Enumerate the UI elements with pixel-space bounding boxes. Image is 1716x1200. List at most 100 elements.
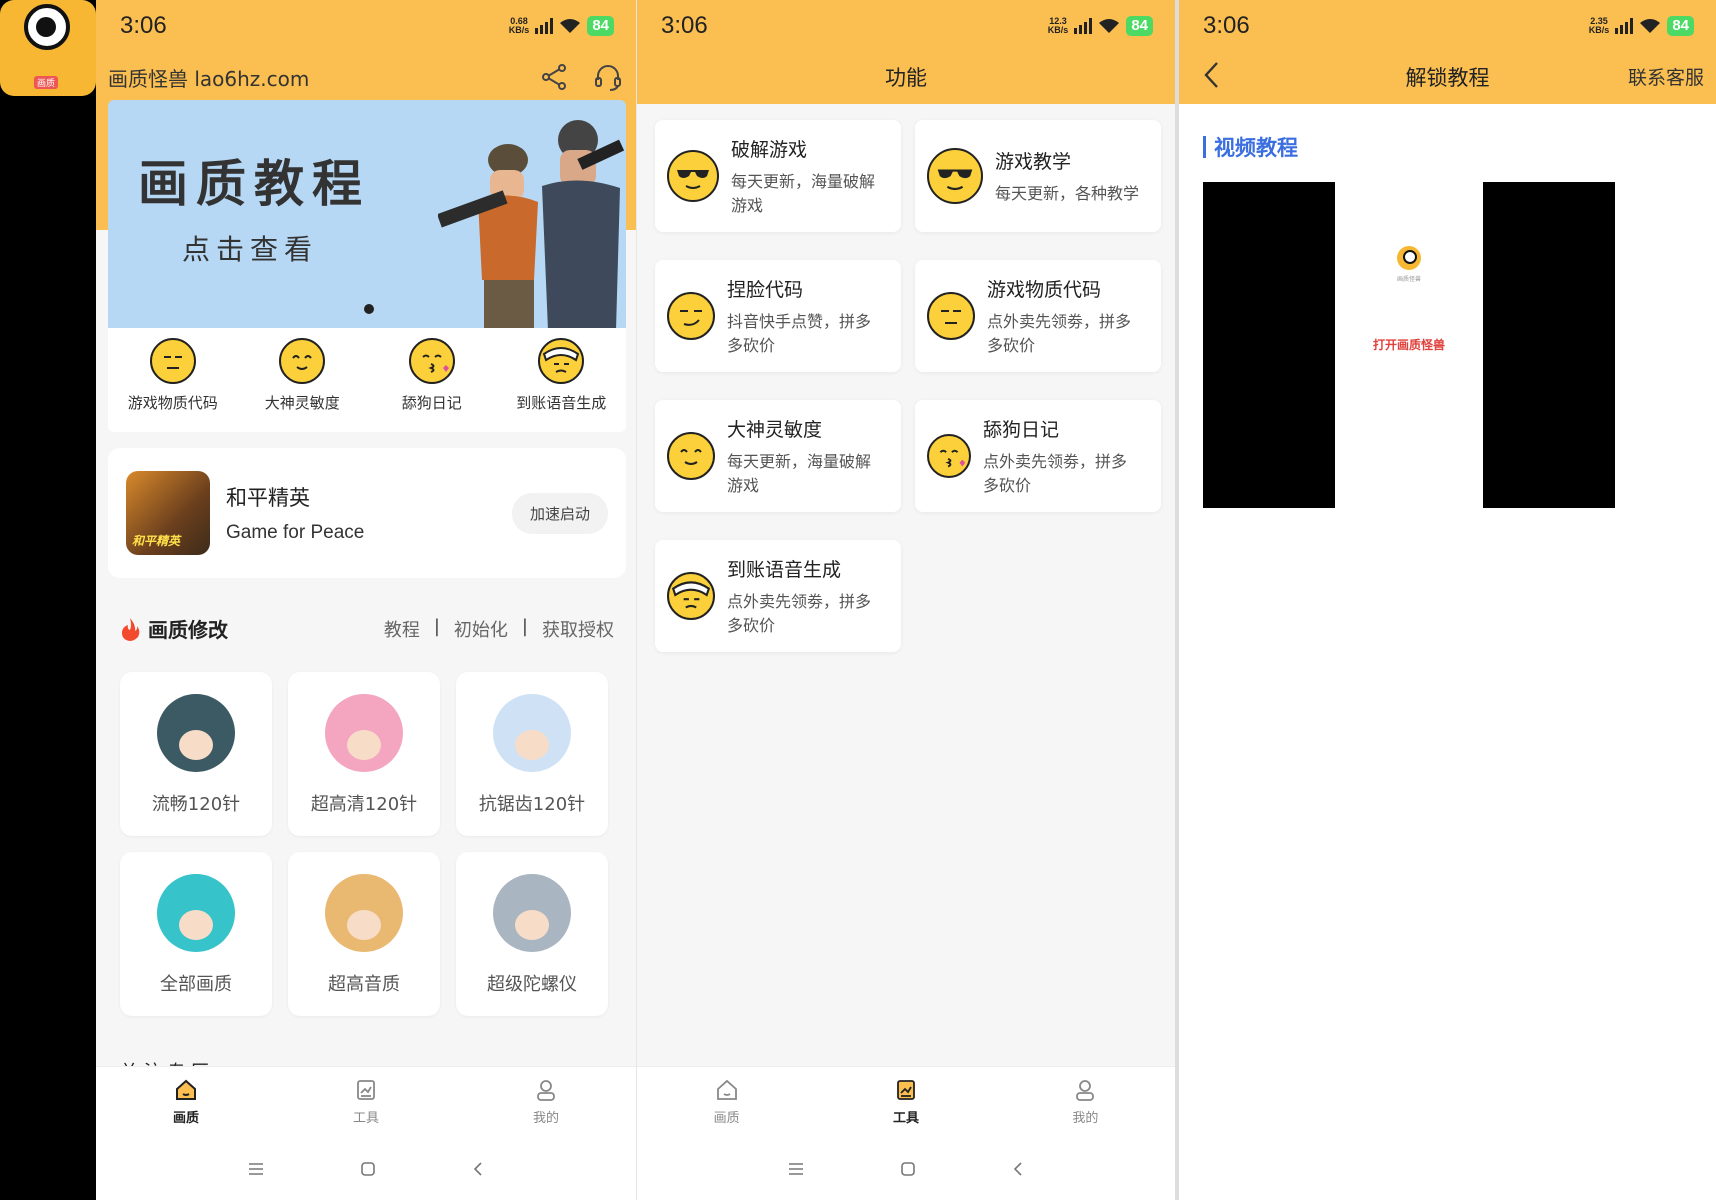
function-desc: 每天更新，海量破解游戏 xyxy=(727,451,872,495)
tab-home[interactable]: 画质 xyxy=(96,1067,276,1138)
video-player[interactable]: 画质怪兽 打开画质怪兽 xyxy=(1335,182,1483,508)
sunglasses-face-icon xyxy=(667,150,719,202)
function-title: 到账语音生成 xyxy=(727,558,842,581)
back-nav-icon[interactable] xyxy=(1012,1161,1024,1177)
quality-card[interactable]: 超高音质 xyxy=(288,852,440,1016)
game-card[interactable]: 和平精英 和平精英 Game for Peace 加速启动 xyxy=(108,448,626,578)
menu-icon[interactable] xyxy=(788,1162,804,1176)
video-section-title: 视频教程 xyxy=(1203,132,1298,162)
initialize-link[interactable]: 初始化 xyxy=(454,616,508,642)
status-time: 3:06 xyxy=(1203,12,1250,39)
bandage-face-icon xyxy=(667,572,715,620)
fire-icon xyxy=(122,617,140,641)
neutral-face-icon xyxy=(927,292,975,340)
function-card-diary[interactable]: 舔狗日记 点外卖先领劵，拼多多砍价 xyxy=(915,400,1161,512)
brand-title: 画质怪兽 lao6hz.com xyxy=(108,66,310,91)
section-title: 画质修改 xyxy=(148,618,228,642)
page-title: 功能 xyxy=(885,66,927,90)
tab-tools[interactable]: 工具 xyxy=(276,1067,456,1138)
eye-icon xyxy=(24,4,70,50)
quick-item-diary[interactable]: 舔狗日记 xyxy=(367,328,497,432)
battery-icon: 84 xyxy=(1667,16,1694,36)
function-card-sensitivity[interactable]: 大神灵敏度每天更新，海量破解游戏 xyxy=(655,400,901,512)
app-icon-badge: 画质 xyxy=(34,76,59,89)
system-nav-bar xyxy=(637,1138,1175,1200)
tab-home[interactable]: 画质 xyxy=(637,1067,816,1138)
quick-item-label: 大神灵敏度 xyxy=(264,394,340,412)
app-icon: 画质 xyxy=(0,0,96,96)
function-title: 游戏物质代码 xyxy=(987,278,1102,301)
function-card-voice[interactable]: 到账语音生成 点外卖先领劵，拼多多砍价 xyxy=(655,540,901,652)
banner-indicator xyxy=(364,304,374,314)
quality-card[interactable]: 抗锯齿120针 xyxy=(456,672,608,836)
back-nav-icon[interactable] xyxy=(472,1161,484,1177)
home-icon xyxy=(176,1079,196,1100)
contact-support-link[interactable]: 联系客服 xyxy=(1628,52,1704,104)
home-square-icon[interactable] xyxy=(900,1161,916,1177)
headset-icon[interactable] xyxy=(594,63,622,91)
video-letterbox-left xyxy=(1203,182,1335,508)
status-bar: 3:06 0.68 KB/s 84 xyxy=(96,0,636,52)
quick-item-sensitivity[interactable]: 大神灵敏度 xyxy=(238,328,368,432)
quality-section-header: 画质修改 教程 | 初始化 | 获取授权 xyxy=(120,614,614,643)
quick-item-voice[interactable]: 到账语音生成 xyxy=(497,328,627,432)
signal-icon xyxy=(1074,18,1093,34)
app-logo-icon xyxy=(1397,246,1421,270)
avatar xyxy=(157,694,235,772)
tutorial-screen: 3:06 2.35 KB/s 84 解锁教程 联系客服 视频教程 画质怪兽 打开画… xyxy=(1175,0,1716,1200)
avatar xyxy=(325,874,403,952)
accelerate-button[interactable]: 加速启动 xyxy=(511,492,608,534)
quick-item-label: 到账语音生成 xyxy=(516,394,607,412)
quick-actions: 游戏物质代码 大神灵敏度 舔狗日记 到账语音生成 xyxy=(108,328,626,432)
status-time: 3:06 xyxy=(120,12,167,39)
tools-icon xyxy=(357,1080,375,1100)
function-title: 大神灵敏度 xyxy=(727,418,823,441)
profile-icon xyxy=(537,1080,555,1101)
avatar xyxy=(157,874,235,952)
menu-icon[interactable] xyxy=(248,1162,264,1176)
signal-icon xyxy=(1615,18,1634,34)
tutorial-banner[interactable]: 画质教程 点击查看 xyxy=(108,100,626,328)
banner-subtitle: 点击查看 xyxy=(182,233,319,266)
wifi-icon xyxy=(560,19,581,33)
function-card-crack[interactable]: 破解游戏 每天更新，海量破解游戏 xyxy=(655,120,901,232)
tab-profile[interactable]: 我的 xyxy=(996,1067,1175,1138)
quality-label: 超高音质 xyxy=(328,974,400,995)
function-desc: 每天更新，海量破解游戏 xyxy=(731,171,876,215)
kiss-face-icon xyxy=(408,338,455,384)
quality-label: 超级陀螺仪 xyxy=(487,974,577,995)
home-square-icon[interactable] xyxy=(360,1161,376,1177)
function-card-teaching[interactable]: 游戏教学 每天更新，各种教学 xyxy=(915,120,1161,232)
function-title: 游戏教学 xyxy=(995,150,1072,173)
quality-label: 全部画质 xyxy=(160,974,232,995)
tab-tools[interactable]: 工具 xyxy=(816,1067,995,1138)
network-speed: 0.68 KB/s xyxy=(508,16,530,35)
quality-card[interactable]: 超级陀螺仪 xyxy=(456,852,608,1016)
system-nav-bar xyxy=(96,1138,636,1200)
authorize-link[interactable]: 获取授权 xyxy=(542,616,614,642)
quality-card[interactable]: 全部画质 xyxy=(120,852,272,1016)
function-grid: 破解游戏 每天更新，海量破解游戏 游戏教学 每天更新，各种教学 捏脸代码抖音快手点赞… xyxy=(655,120,1161,652)
wifi-icon xyxy=(1640,19,1661,33)
quality-label: 超高清120针 xyxy=(310,794,418,815)
banner-title: 画质教程 xyxy=(138,154,370,213)
signal-icon xyxy=(535,18,554,34)
quality-card[interactable]: 流畅120针 xyxy=(120,672,272,836)
battery-icon: 84 xyxy=(1126,16,1153,36)
function-title: 捏脸代码 xyxy=(727,278,804,301)
open-app-button[interactable]: 打开画质怪兽 xyxy=(1335,336,1483,353)
smile-face-icon xyxy=(279,338,326,384)
home-icon xyxy=(716,1079,737,1100)
quality-card[interactable]: 超高清120针 xyxy=(288,672,440,836)
video-letterbox-right xyxy=(1483,182,1615,508)
functions-screen: 3:06 12.3 KB/s 84 功能 破解游戏 每天更新，海量破解游戏 游戏教学… xyxy=(636,0,1175,1200)
function-card-face-code[interactable]: 捏脸代码抖音快手点赞，拼多多砍价 xyxy=(655,260,901,372)
tutorial-link[interactable]: 教程 xyxy=(384,616,420,642)
tab-profile[interactable]: 我的 xyxy=(456,1067,636,1138)
function-card-material-code[interactable]: 游戏物质代码 点外卖先领劵，拼多多砍价 xyxy=(915,260,1161,372)
function-desc: 抖音快手点赞，拼多多砍价 xyxy=(727,311,872,355)
status-time: 3:06 xyxy=(661,12,708,39)
quick-item-material-code[interactable]: 游戏物质代码 xyxy=(108,328,238,432)
share-icon[interactable] xyxy=(540,63,568,91)
function-desc: 点外卖先领劵，拼多多砍价 xyxy=(983,451,1128,495)
